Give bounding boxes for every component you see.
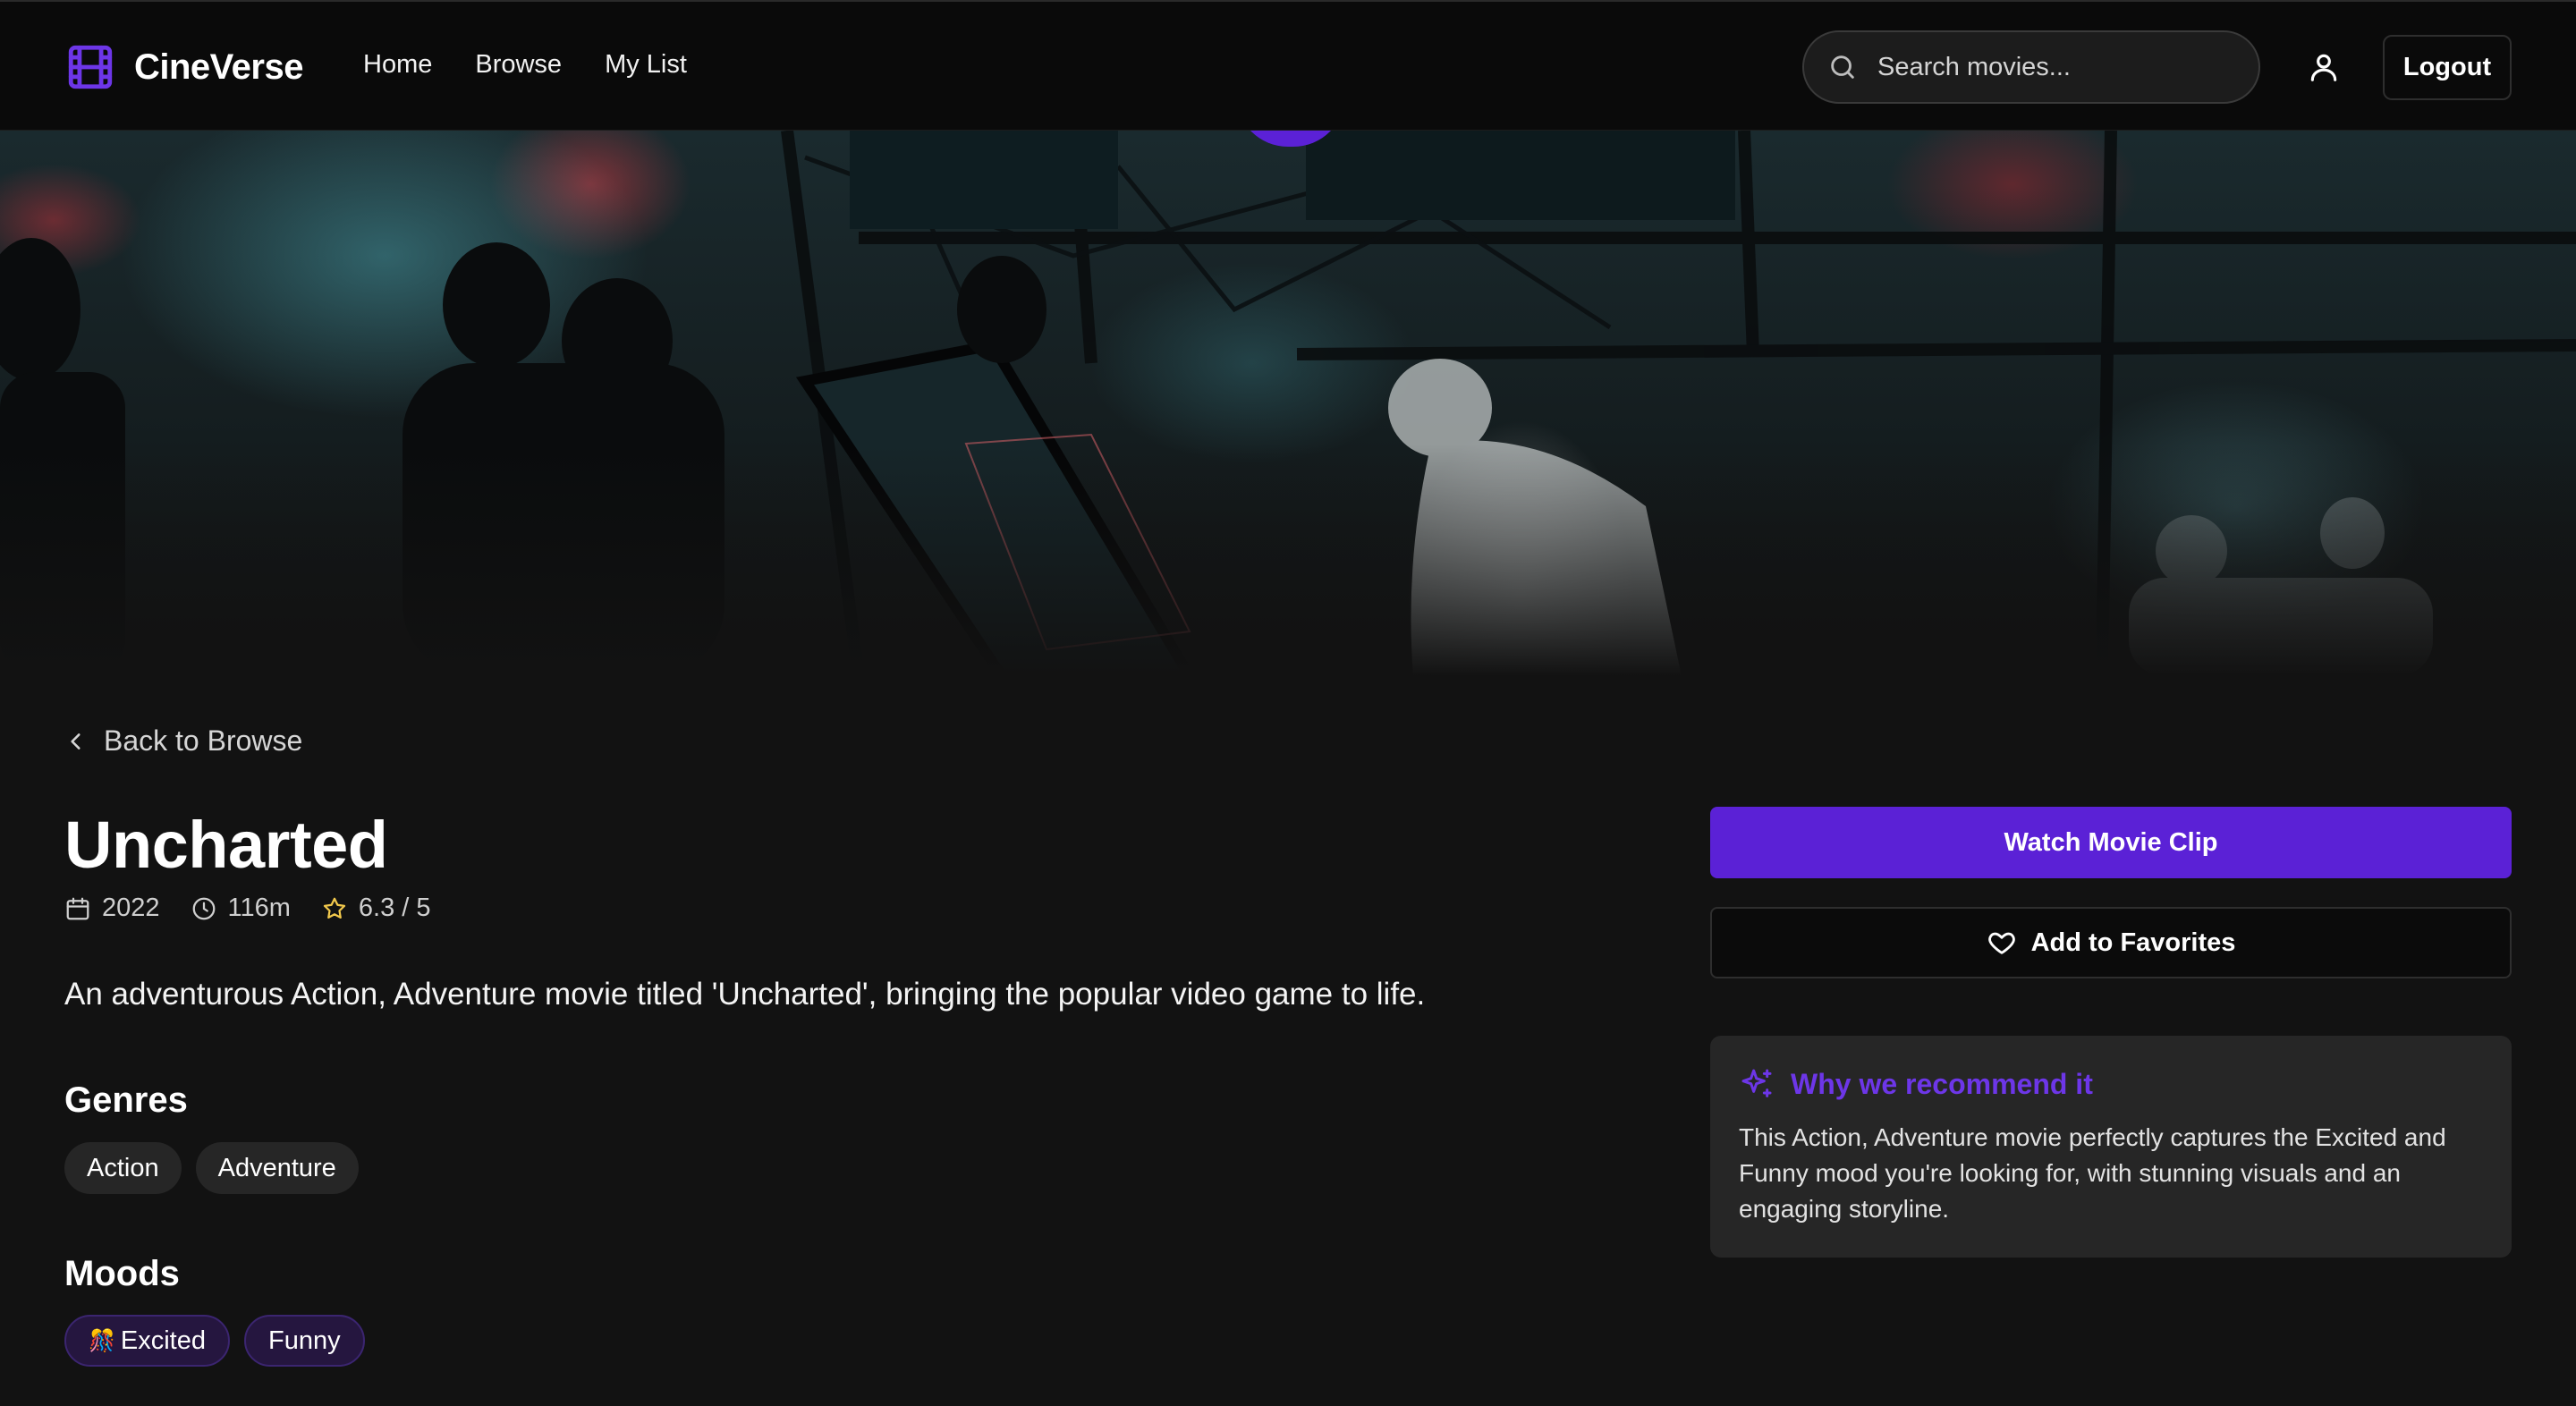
hero-gradient xyxy=(0,444,2576,676)
moods-heading: Moods xyxy=(64,1254,180,1293)
recommendation-card: Why we recommend it This Action, Adventu… xyxy=(1710,1036,2512,1258)
movie-description: An adventurous Action, Adventure movie t… xyxy=(64,977,1426,1012)
genre-list: Action Adventure xyxy=(64,1142,359,1194)
genre-chip[interactable]: Adventure xyxy=(195,1142,359,1194)
calendar-icon xyxy=(66,897,89,919)
nav-link-browse[interactable]: Browse xyxy=(475,50,562,80)
brand-name: CineVerse xyxy=(134,47,303,87)
meta-year: 2022 xyxy=(64,894,160,923)
movie-meta: 2022 116m 6.3 / 5 xyxy=(64,894,431,923)
logout-button[interactable]: Logout xyxy=(2383,35,2512,100)
brand-logo[interactable]: CineVerse xyxy=(64,41,303,93)
clock-icon xyxy=(192,897,215,919)
meta-rating: 6.3 / 5 xyxy=(321,894,431,923)
genre-chip[interactable]: Action xyxy=(64,1142,182,1194)
back-to-browse-link[interactable]: Back to Browse xyxy=(64,724,302,758)
recommendation-header: Why we recommend it xyxy=(1739,1066,2483,1102)
mood-chip[interactable]: Funny xyxy=(244,1315,365,1367)
heart-icon xyxy=(1987,932,2015,954)
main-nav: Home Browse My List xyxy=(363,50,687,80)
mood-chip[interactable]: 🎊 Excited xyxy=(64,1315,230,1367)
runtime-value: 116m xyxy=(227,894,291,922)
sparkles-icon xyxy=(1741,1069,1772,1097)
hero-backdrop xyxy=(0,131,2576,676)
nav-link-my-list[interactable]: My List xyxy=(605,50,687,80)
nav-link-home[interactable]: Home xyxy=(363,50,432,80)
mood-label: Funny xyxy=(268,1326,341,1355)
film-icon xyxy=(68,45,113,89)
mood-label: Excited xyxy=(120,1326,206,1355)
recommendation-heading: Why we recommend it xyxy=(1791,1067,2093,1100)
year-value: 2022 xyxy=(102,894,160,922)
mood-emoji: 🎊 xyxy=(89,1328,115,1353)
search-icon xyxy=(1831,55,1854,79)
user-icon[interactable] xyxy=(2307,50,2341,84)
meta-runtime: 116m xyxy=(191,894,291,923)
watch-clip-button[interactable]: Watch Movie Clip xyxy=(1710,807,2512,878)
top-navbar: CineVerse Home Browse My List Logout xyxy=(0,0,2576,131)
favorite-label: Add to Favorites xyxy=(2030,927,2236,957)
recommendation-text: This Action, Adventure movie perfectly c… xyxy=(1739,1123,2446,1223)
movie-title: Uncharted xyxy=(64,808,388,882)
search-box xyxy=(1802,30,2260,104)
back-label: Back to Browse xyxy=(104,724,303,757)
genres-heading: Genres xyxy=(64,1080,188,1120)
rating-value: 6.3 / 5 xyxy=(358,894,431,922)
search-input[interactable] xyxy=(1877,52,2235,82)
star-icon xyxy=(323,897,346,919)
mood-list: 🎊 Excited Funny xyxy=(64,1315,365,1367)
add-to-favorites-button[interactable]: Add to Favorites xyxy=(1710,907,2512,978)
chevron-left-icon xyxy=(71,733,80,750)
